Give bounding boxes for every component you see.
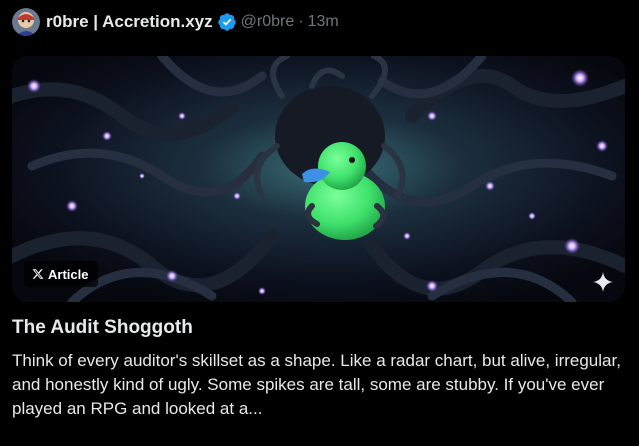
article-title[interactable]: The Audit Shoggoth bbox=[12, 317, 193, 339]
x-logo-icon bbox=[32, 269, 44, 279]
article-badge: Article bbox=[24, 261, 99, 287]
author-handle[interactable]: @r0bre bbox=[241, 13, 295, 31]
article-badge-label: Article bbox=[48, 266, 89, 282]
post-header: r0bre | Accretion.xyz @r0bre · 13m bbox=[12, 8, 339, 36]
article-excerpt: Think of every auditor's skillset as a s… bbox=[12, 351, 621, 418]
post-timestamp[interactable]: 13m bbox=[308, 13, 339, 31]
article-cover-illustration bbox=[12, 56, 625, 302]
post: r0bre | Accretion.xyz @r0bre · 13m Artic… bbox=[0, 0, 639, 446]
separator-dot: · bbox=[298, 13, 304, 30]
avatar[interactable] bbox=[12, 8, 40, 36]
verified-badge-icon bbox=[217, 12, 237, 32]
author-display-name[interactable]: r0bre | Accretion.xyz bbox=[46, 12, 213, 32]
article-card-image[interactable]: Article bbox=[12, 56, 625, 302]
sparkle-icon bbox=[593, 272, 613, 292]
